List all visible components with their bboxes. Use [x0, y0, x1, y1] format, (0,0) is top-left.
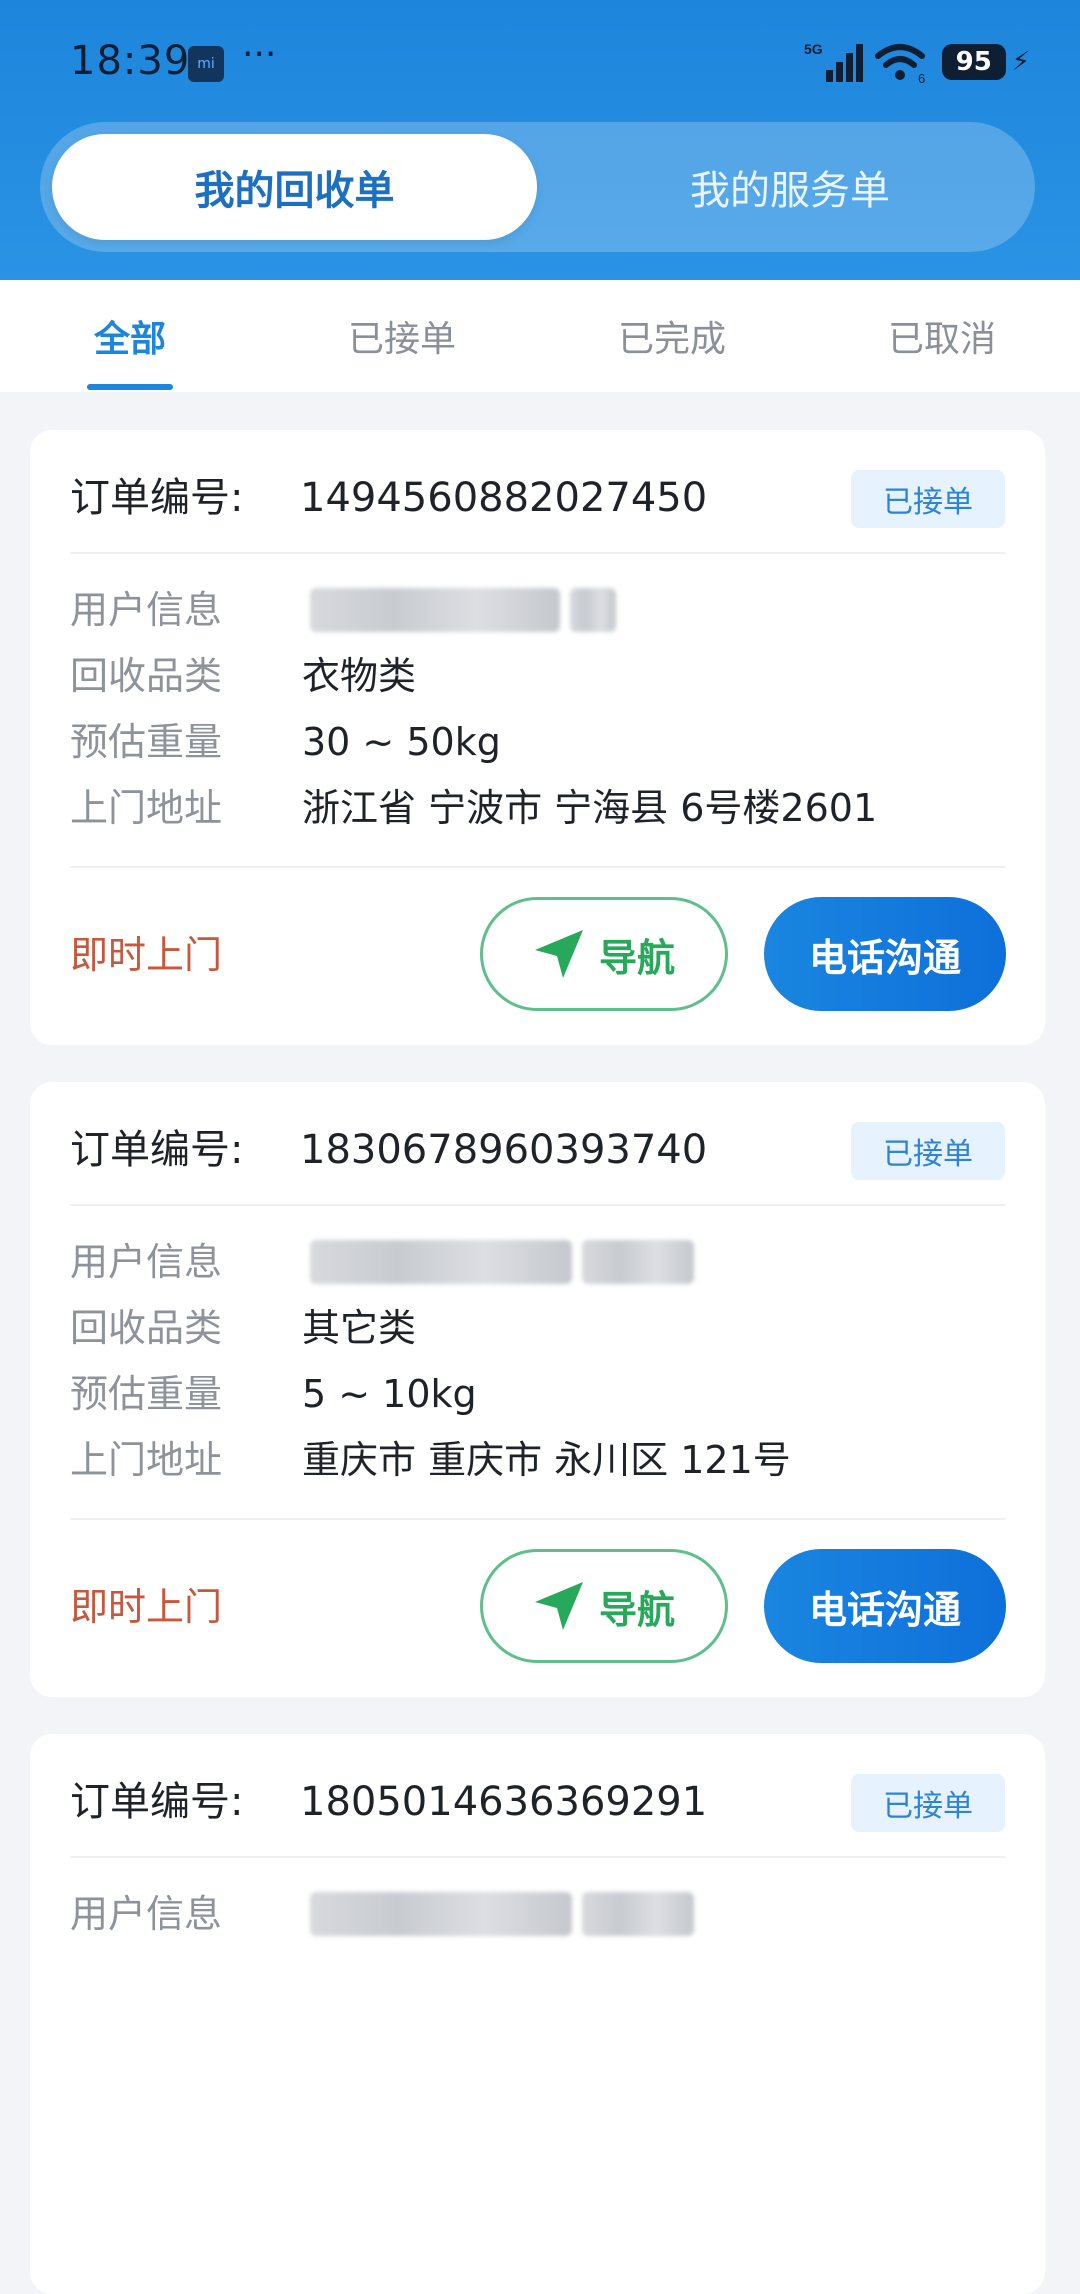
user-info-redacted	[310, 588, 626, 632]
user-info-redacted	[310, 1240, 704, 1284]
call-button[interactable]: 电话沟通	[764, 897, 1006, 1011]
app-notification-icon: mi	[188, 46, 224, 82]
order-number-label: 订单编号:	[70, 1127, 244, 1173]
navigate-label: 导航	[598, 935, 675, 980]
navigate-button[interactable]: 导航	[480, 1549, 728, 1663]
category-row: 回收品类 衣物类	[70, 646, 1005, 706]
category-row: 回收品类 其它类	[70, 1298, 1005, 1358]
category-label: 回收品类	[70, 654, 223, 698]
order-number-row: 订单编号: 1494560882027450 已接单	[70, 468, 1005, 528]
address-value: 重庆市 重庆市 永川区 121号	[302, 1438, 791, 1482]
weight-value: 5 ~ 10kg	[302, 1372, 477, 1416]
order-card[interactable]: 订单编号: 1830678960393740 已接单 用户信息 回收品类 其它类…	[30, 1082, 1045, 1697]
navigation-arrow-icon	[534, 1582, 583, 1630]
status-badge: 已接单	[851, 1122, 1005, 1180]
status-badge: 已接单	[851, 1774, 1005, 1832]
network-type: 5G	[804, 41, 823, 57]
order-number: 1494560882027450	[300, 475, 708, 521]
order-card[interactable]: 订单编号: 1494560882027450 已接单 用户信息 回收品类 衣物类…	[30, 430, 1045, 1045]
status-badge: 已接单	[851, 470, 1005, 528]
app-notification-icon-text: mi	[197, 56, 215, 72]
header: 18:39 mi ··· 5G 6 95 ⚡ 我的回收单 我的服务单	[0, 0, 1080, 280]
user-info-label: 用户信息	[70, 588, 223, 632]
user-info-row: 用户信息	[70, 580, 1005, 640]
address-label: 上门地址	[70, 1438, 223, 1482]
more-notifications-icon: ···	[242, 34, 277, 75]
navigate-label: 导航	[598, 1587, 675, 1632]
divider	[70, 552, 1005, 554]
tab-my-service-orders[interactable]: 我的服务单	[555, 134, 1025, 240]
divider	[70, 1856, 1005, 1858]
tab-my-recycle-orders[interactable]: 我的回收单	[52, 134, 537, 240]
user-info-redacted	[310, 1892, 704, 1936]
wifi-icon: 6	[874, 44, 925, 84]
order-number: 1830678960393740	[300, 1127, 708, 1173]
active-tab-indicator	[87, 384, 173, 390]
signal-icon: 5G	[804, 41, 863, 82]
weight-value: 30 ~ 50kg	[302, 720, 501, 764]
tab-accepted[interactable]: 已接单	[312, 280, 492, 392]
divider	[70, 1518, 1005, 1520]
address-row: 上门地址 重庆市 重庆市 永川区 121号	[70, 1430, 1005, 1490]
user-info-label: 用户信息	[70, 1892, 223, 1936]
order-number-row: 订单编号: 1830678960393740 已接单	[70, 1120, 1005, 1180]
navigation-arrow-icon	[534, 930, 583, 978]
order-number-label: 订单编号:	[70, 475, 244, 521]
weight-row: 预估重量 5 ~ 10kg	[70, 1364, 1005, 1424]
weight-row: 预估重量 30 ~ 50kg	[70, 712, 1005, 772]
category-label: 回收品类	[70, 1306, 223, 1350]
battery-icon: 95	[941, 44, 1006, 80]
status-icons: 5G 6 95 ⚡	[804, 40, 1030, 84]
tab-all[interactable]: 全部	[40, 280, 220, 392]
user-info-row: 用户信息	[70, 1884, 1005, 1944]
navigate-button[interactable]: 导航	[480, 897, 728, 1011]
divider	[70, 866, 1005, 868]
address-value: 浙江省 宁波市 宁海县 6号楼2601	[302, 786, 878, 830]
order-number: 1805014636369291	[300, 1779, 708, 1825]
status-tabs: 全部 已接单 已完成 已取消	[0, 280, 1080, 392]
divider	[70, 1204, 1005, 1206]
category-value: 其它类	[302, 1306, 417, 1350]
weight-label: 预估重量	[70, 1372, 223, 1416]
user-info-row: 用户信息	[70, 1232, 1005, 1292]
weight-label: 预估重量	[70, 720, 223, 764]
tab-completed[interactable]: 已完成	[582, 280, 762, 392]
address-label: 上门地址	[70, 786, 223, 830]
status-time: 18:39	[70, 38, 191, 84]
visit-mode: 即时上门	[70, 1585, 223, 1629]
call-button[interactable]: 电话沟通	[764, 1549, 1006, 1663]
order-number-row: 订单编号: 1805014636369291 已接单	[70, 1772, 1005, 1832]
status-bar: 18:39 mi ··· 5G 6 95 ⚡	[0, 0, 1080, 120]
visit-mode: 即时上门	[70, 933, 223, 977]
order-number-label: 订单编号:	[70, 1779, 244, 1825]
wifi-generation: 6	[918, 71, 925, 84]
charging-icon: ⚡	[1011, 47, 1030, 77]
address-row: 上门地址 浙江省 宁波市 宁海县 6号楼2601	[70, 778, 1005, 838]
battery-level: 95	[955, 47, 992, 77]
order-card[interactable]: 订单编号: 1805014636369291 已接单 用户信息	[30, 1734, 1045, 2294]
user-info-label: 用户信息	[70, 1240, 223, 1284]
tab-cancelled[interactable]: 已取消	[852, 280, 1032, 392]
order-type-switch: 我的回收单 我的服务单	[40, 122, 1035, 252]
category-value: 衣物类	[302, 654, 417, 698]
